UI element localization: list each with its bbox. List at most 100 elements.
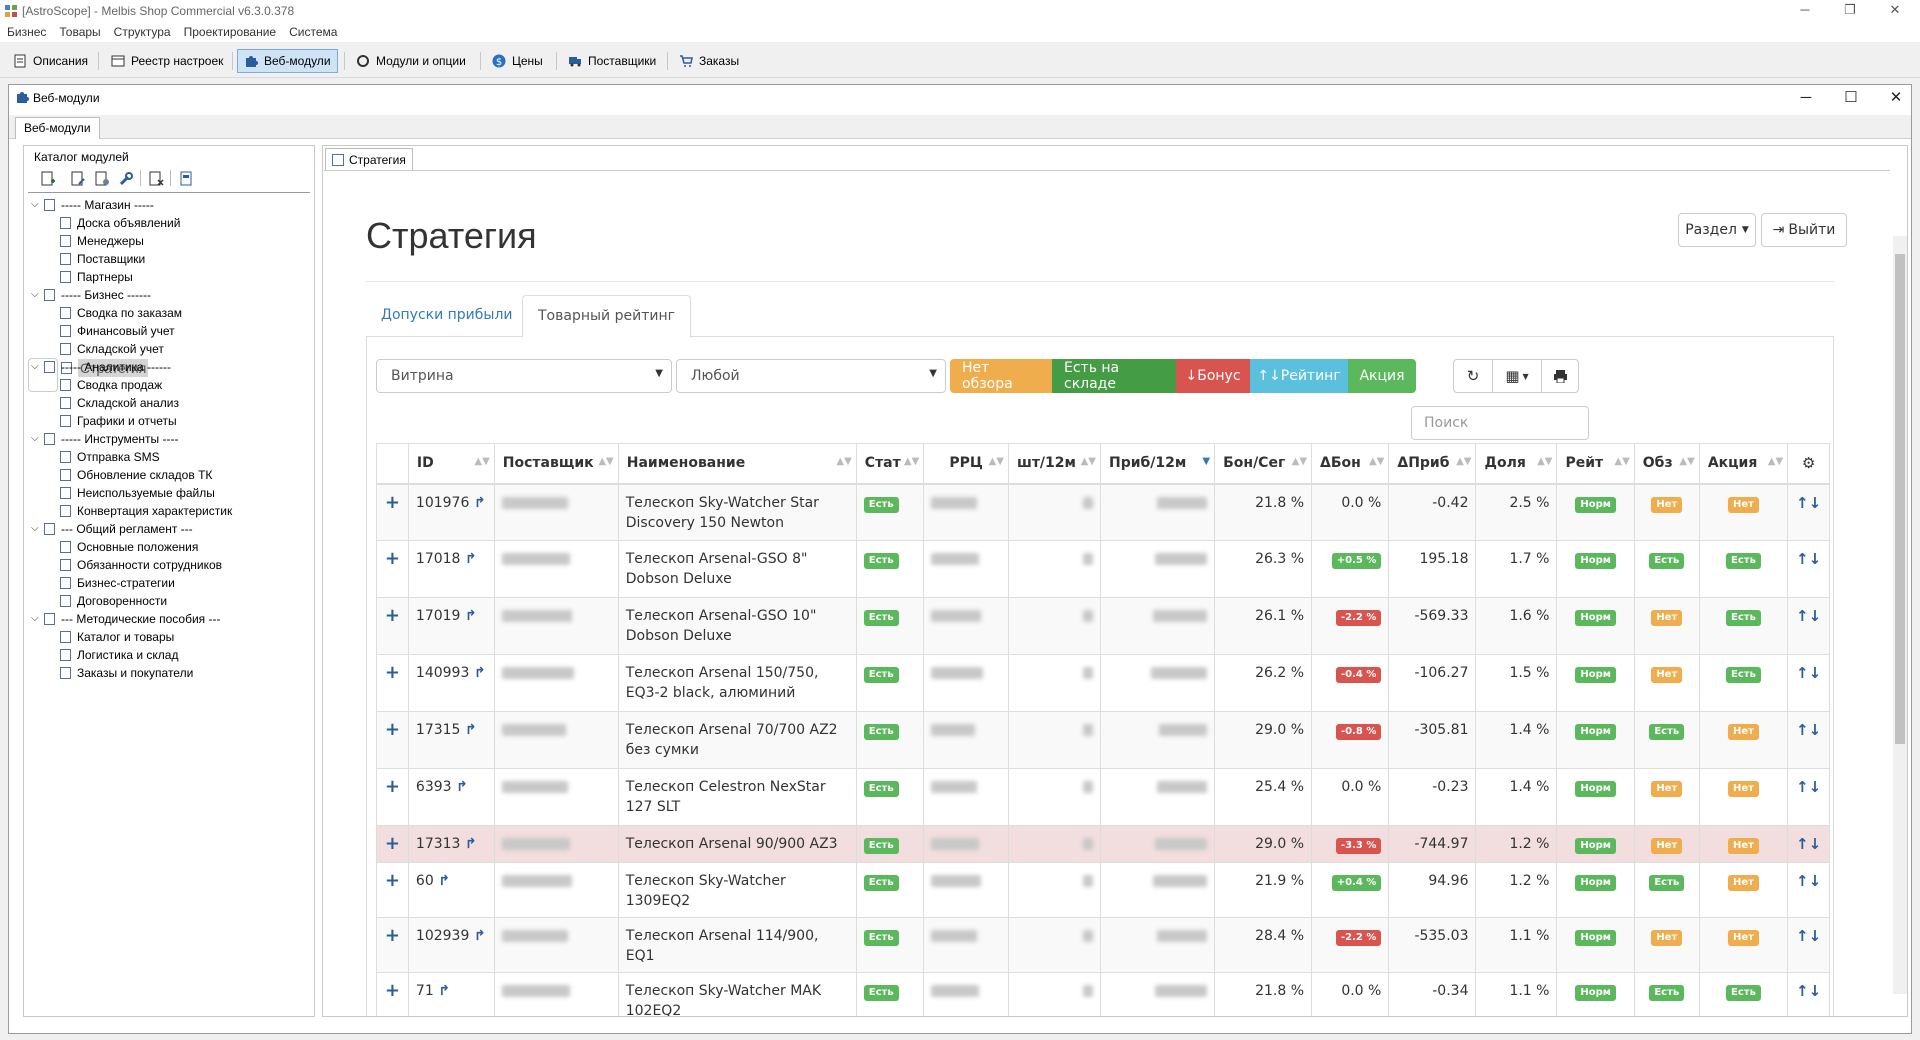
- tree-item[interactable]: Сводка продаж: [28, 376, 312, 394]
- child-minimize-button[interactable]: ─: [1789, 87, 1823, 109]
- arrow-up-icon[interactable]: ↑: [1796, 927, 1809, 945]
- share-link-icon[interactable]: ↱: [465, 836, 477, 852]
- tree-item[interactable]: Партнеры: [28, 268, 312, 286]
- expand-row-button[interactable]: +: [376, 972, 409, 1016]
- column-header-name[interactable]: Наименование ▲▼: [617, 443, 857, 485]
- tab-webmodules[interactable]: Веб-модули: [15, 117, 100, 139]
- collapse-icon[interactable]: ⌵: [31, 430, 41, 448]
- table-row[interactable]: +17019 ↱ Телескоп Arsenal-GSO 10" Dobson …: [376, 597, 1830, 655]
- column-header-dbonus[interactable]: ΔБон ▲▼: [1311, 443, 1390, 485]
- tree-group[interactable]: ⌵ --- Общий регламент ---: [28, 520, 312, 538]
- minimize-button[interactable]: ─: [1790, 2, 1820, 20]
- arrow-down-icon[interactable]: ↓: [1809, 872, 1822, 890]
- column-header-review[interactable]: Обз ▲▼: [1633, 443, 1700, 485]
- share-link-icon[interactable]: ↱: [465, 551, 477, 567]
- settings-module-icon[interactable]: [94, 171, 110, 187]
- tree-item[interactable]: Заказы и покупатели: [28, 664, 312, 682]
- arrow-down-icon[interactable]: ↓: [1809, 778, 1822, 796]
- toolbar-descriptions-button[interactable]: Описания: [6, 49, 95, 73]
- tree-item[interactable]: Графики и отчеты: [28, 412, 312, 430]
- arrow-up-icon[interactable]: ↑: [1796, 664, 1809, 682]
- tree-item[interactable]: Обновление складов ТК: [28, 466, 312, 484]
- table-row[interactable]: +17313 ↱ Телескоп Arsenal 90/900 AZ3 Есть 2…: [376, 825, 1830, 863]
- tree-item[interactable]: Конвертация характеристик: [28, 502, 312, 520]
- arrow-down-icon[interactable]: ↓: [1809, 721, 1822, 739]
- share-link-icon[interactable]: ↱: [474, 928, 486, 944]
- table-row[interactable]: +6393 ↱ Телескоп Celestron NexStar 127 SL…: [376, 768, 1830, 826]
- column-header-rating[interactable]: Рейт ▲▼: [1556, 443, 1635, 485]
- arrow-down-icon[interactable]: ↓: [1809, 927, 1822, 945]
- tree-item[interactable]: Договоренности: [28, 592, 312, 610]
- column-header-dprofit[interactable]: ΔПриб ▲▼: [1388, 443, 1477, 485]
- collapse-icon[interactable]: ⌵: [31, 196, 41, 214]
- share-link-icon[interactable]: ↱: [456, 779, 468, 795]
- filter-promo-button[interactable]: Акция: [1348, 359, 1416, 393]
- columns-button[interactable]: ▦ ▼: [1492, 359, 1542, 393]
- filter-no-review-button[interactable]: Нет обзора: [950, 359, 1052, 393]
- close-button[interactable]: ✕: [1880, 2, 1910, 20]
- menu-business[interactable]: Бизнес: [0, 22, 52, 39]
- arrow-down-icon[interactable]: ↓: [1809, 664, 1822, 682]
- share-link-icon[interactable]: ↱: [438, 983, 450, 999]
- tree-group[interactable]: ⌵ --- Методические пособия ---: [28, 610, 312, 628]
- exit-button[interactable]: ⇥ Выйти: [1761, 213, 1847, 247]
- toolbar-suppliers-button[interactable]: Поставщики: [561, 49, 663, 73]
- collapse-icon[interactable]: ⌵: [31, 520, 41, 538]
- tree-item[interactable]: Складской анализ: [28, 394, 312, 412]
- share-link-icon[interactable]: ↱: [438, 873, 450, 889]
- toolbar-modules-button[interactable]: Модули и опции: [349, 49, 473, 73]
- expand-row-button[interactable]: +: [376, 597, 409, 655]
- tree-group[interactable]: ⌵ ----- Бизнес ------: [28, 286, 312, 304]
- expand-row-button[interactable]: +: [376, 654, 409, 712]
- share-link-icon[interactable]: ↱: [474, 665, 486, 681]
- tree-group[interactable]: ⌵ ----- Аналитика ------: [28, 358, 312, 376]
- menu-goods[interactable]: Товары: [52, 22, 106, 39]
- document-icon[interactable]: [178, 171, 194, 187]
- filter-in-stock-button[interactable]: Есть на складе: [1052, 359, 1176, 393]
- section-dropdown-button[interactable]: Раздел ▼: [1678, 213, 1756, 247]
- arrow-up-icon[interactable]: ↑: [1796, 607, 1809, 625]
- arrow-down-icon[interactable]: ↓: [1809, 550, 1822, 568]
- collapse-icon[interactable]: ⌵: [31, 286, 41, 304]
- column-header-id[interactable]: ID ▲▼: [407, 443, 495, 485]
- toolbar-webmodules-button[interactable]: Веб-модули: [237, 49, 338, 73]
- column-settings[interactable]: ⚙: [1787, 443, 1830, 485]
- print-button[interactable]: [1541, 359, 1579, 393]
- showcase-select[interactable]: Витрина ▼: [376, 359, 672, 393]
- tree-item[interactable]: Сводка по заказам: [28, 304, 312, 322]
- column-header-bonus[interactable]: Бон/Сег ▲▼: [1214, 443, 1313, 485]
- supplier-select[interactable]: Любой ▼: [676, 359, 946, 393]
- tree-item[interactable]: Отправка SMS: [28, 448, 312, 466]
- table-row[interactable]: +140993 ↱ Телескоп Arsenal 150/750, EQ3-2…: [376, 654, 1830, 712]
- filter-rating-button[interactable]: ↑↓Рейтинг: [1250, 359, 1348, 393]
- tree-item[interactable]: Поставщики: [28, 250, 312, 268]
- delete-module-icon[interactable]: [148, 171, 164, 187]
- collapse-icon[interactable]: ⌵: [31, 610, 41, 628]
- search-input[interactable]: Поиск: [1411, 406, 1589, 440]
- column-header-rrp[interactable]: РРЦ ▲▼: [923, 443, 1009, 485]
- arrow-up-icon[interactable]: ↑: [1796, 550, 1809, 568]
- expand-row-button[interactable]: +: [376, 862, 409, 918]
- add-module-icon[interactable]: [40, 171, 56, 187]
- tree-item[interactable]: Менеджеры: [28, 232, 312, 250]
- expand-row-button[interactable]: +: [376, 768, 409, 826]
- tree-item[interactable]: Каталог и товары: [28, 628, 312, 646]
- column-header-supplier[interactable]: Поставщик ▲▼: [493, 443, 619, 485]
- filter-bonus-button[interactable]: ↓Бонус: [1176, 359, 1250, 393]
- tree-item[interactable]: Обязанности сотрудников: [28, 556, 312, 574]
- column-header-share[interactable]: Доля ▲▼: [1475, 443, 1558, 485]
- expand-row-button[interactable]: +: [376, 711, 409, 769]
- arrow-up-icon[interactable]: ↑: [1796, 872, 1809, 890]
- expand-row-button[interactable]: +: [376, 540, 409, 598]
- toolbar-prices-button[interactable]: $ Цены: [485, 49, 550, 73]
- column-header-status[interactable]: Стат ▲▼: [855, 443, 925, 485]
- arrow-down-icon[interactable]: ↓: [1809, 494, 1822, 512]
- arrow-up-icon[interactable]: ↑: [1796, 982, 1809, 1000]
- share-link-icon[interactable]: ↱: [474, 495, 486, 511]
- scrollbar-thumb[interactable]: [1895, 254, 1905, 744]
- menu-design[interactable]: Проектирование: [177, 22, 283, 39]
- wrench-icon[interactable]: [118, 171, 134, 187]
- arrow-up-icon[interactable]: ↑: [1796, 721, 1809, 739]
- toolbar-orders-button[interactable]: Заказы: [672, 49, 746, 73]
- tree-item[interactable]: Складской учет: [28, 340, 312, 358]
